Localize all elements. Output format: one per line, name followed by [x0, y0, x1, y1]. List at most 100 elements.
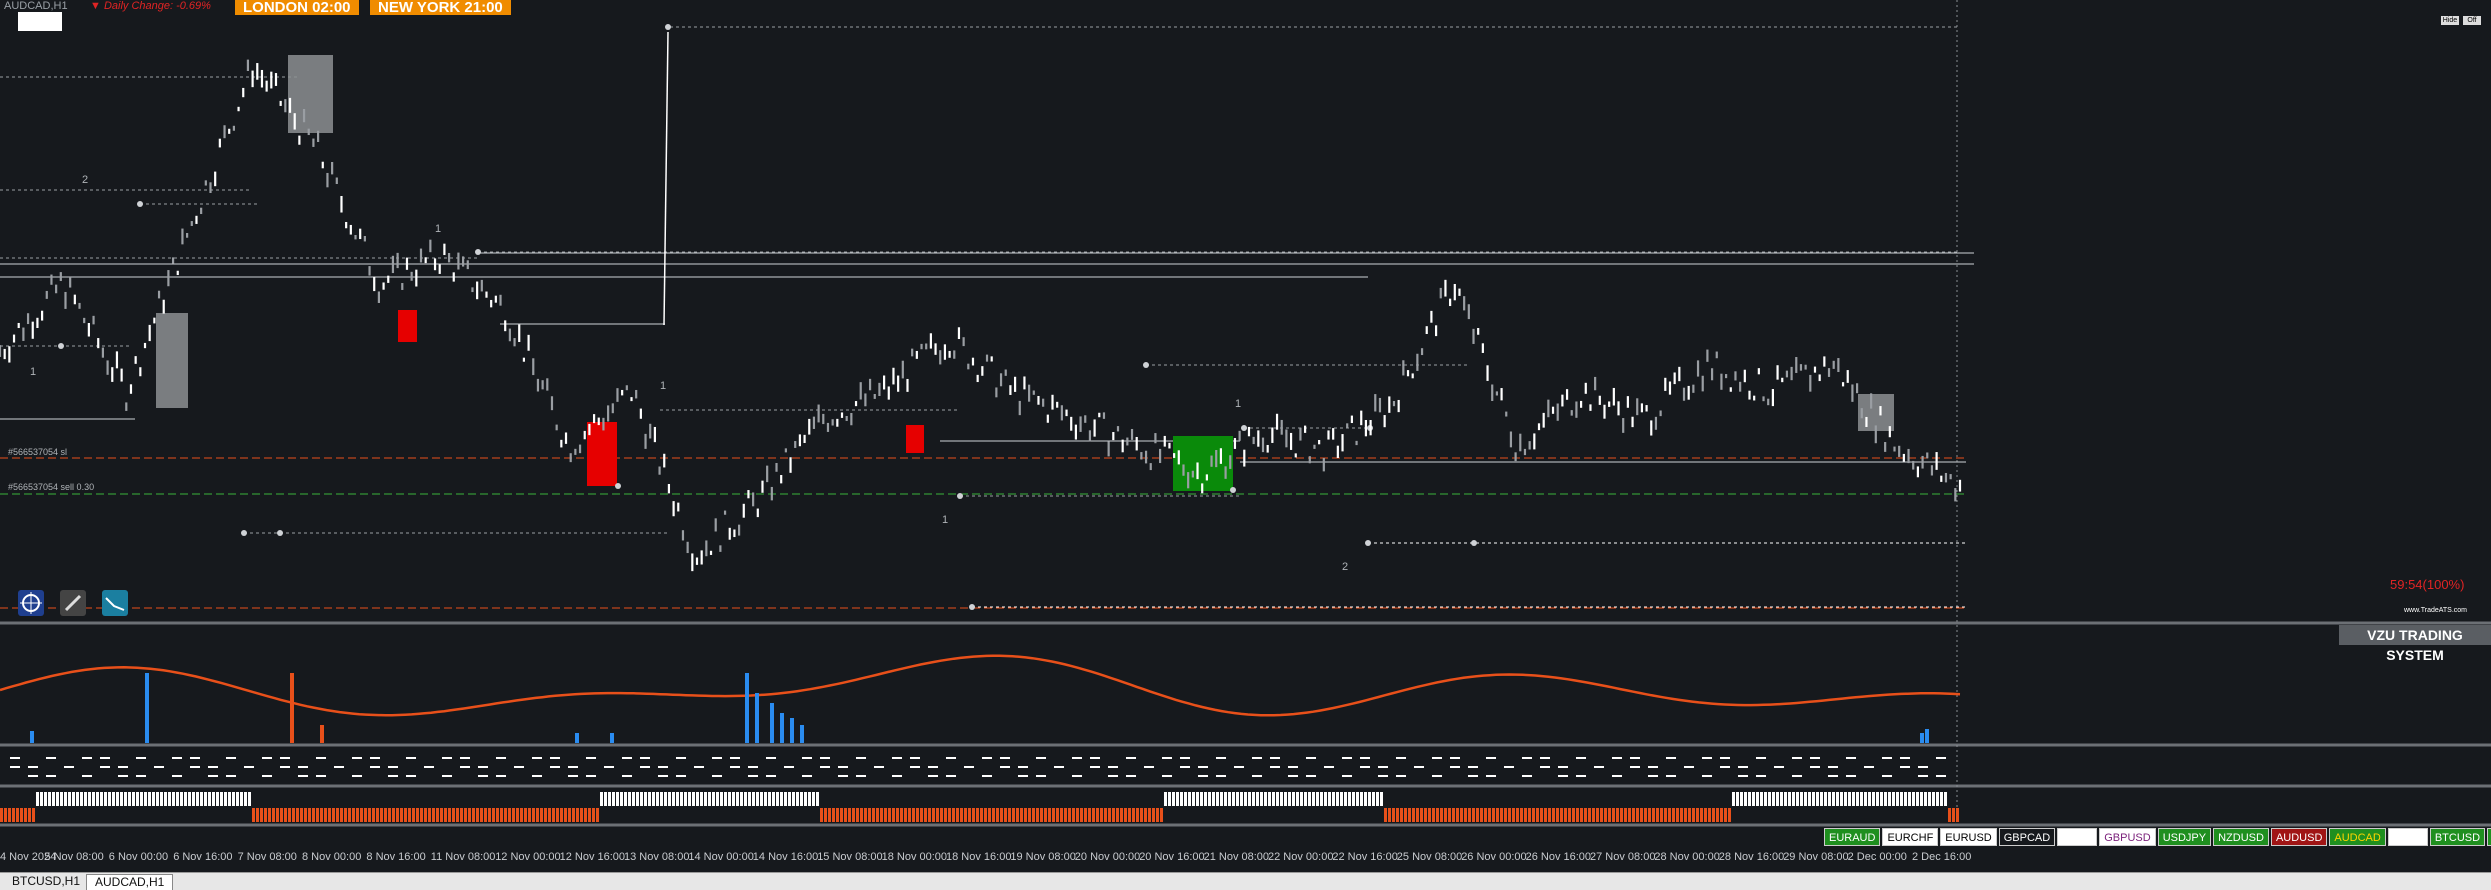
signal-bar [596, 808, 599, 822]
signal-bar [276, 808, 279, 822]
signal-bar [1828, 792, 1831, 806]
signal-bar [1820, 792, 1823, 806]
signal-bar [1528, 808, 1531, 822]
pair-button[interactable]: XAUUSD [2487, 828, 2491, 846]
tab-btcusd[interactable]: BTCUSD,H1 [4, 874, 88, 889]
signal-bar [1684, 808, 1687, 822]
signal-bar [1792, 792, 1795, 806]
strength-dash [766, 775, 776, 777]
signal-bar [148, 792, 151, 806]
signal-bar [1428, 808, 1431, 822]
off-button[interactable]: Off [2463, 16, 2481, 25]
signal-bar [248, 792, 251, 806]
signal-bar [1704, 808, 1707, 822]
signal-bar [884, 808, 887, 822]
wave-label: 1 [660, 380, 667, 392]
signal-bar [432, 808, 435, 822]
signal-bar [1300, 792, 1303, 806]
pair-button[interactable]: EURAUD [1824, 828, 1881, 846]
signal-bar [1136, 808, 1139, 822]
tab-audcad[interactable]: AUDCAD,H1 [86, 874, 174, 890]
signal-bar [732, 792, 735, 806]
signal-bar [1708, 808, 1711, 822]
signal-bar [1620, 808, 1623, 822]
candle-timer: 59:54(100%) [2390, 577, 2465, 592]
signal-bar [480, 808, 483, 822]
signal-bar [912, 808, 915, 822]
chart-tool-icon[interactable] [102, 590, 128, 616]
strength-dash [1468, 775, 1478, 777]
time-tick: 13 Nov 08:00 [624, 851, 690, 863]
signal-bar [1624, 808, 1627, 822]
signal-bar [996, 808, 999, 822]
signal-bar [112, 792, 115, 806]
strength-dash [352, 757, 362, 759]
wave-label: 1 [435, 223, 442, 235]
signal-bar [1048, 808, 1051, 822]
pair-button[interactable]: GBPUSD [2099, 828, 2156, 846]
pair-button[interactable]: BTCUSD [2429, 828, 2486, 846]
signal-bar [1448, 808, 1451, 822]
price-chart[interactable] [0, 0, 2491, 889]
strength-dash [1522, 775, 1532, 777]
pair-button[interactable] [2057, 828, 2098, 846]
crosshair-icon[interactable] [18, 590, 44, 616]
signal-bar [888, 808, 891, 822]
strength-dash [1450, 757, 1460, 759]
time-tick: 22 Nov 16:00 [1332, 851, 1398, 863]
signal-bar [1796, 792, 1799, 806]
signal-bar [1172, 792, 1175, 806]
signal-bar [16, 808, 19, 822]
link-icon[interactable] [60, 590, 86, 616]
pair-button[interactable] [2387, 828, 2428, 846]
signal-bar [708, 792, 711, 806]
signal-bar [1776, 792, 1779, 806]
signal-bar [1836, 792, 1839, 806]
signal-bar [1052, 808, 1055, 822]
strength-dash [604, 766, 614, 768]
pair-button[interactable]: AUDCAD [2329, 828, 2386, 846]
signal-bar [860, 808, 863, 822]
strength-dash [370, 766, 380, 768]
strength-dash [388, 766, 398, 768]
signal-bar [1940, 792, 1943, 806]
strength-dash [1036, 775, 1046, 777]
signal-bar [1936, 792, 1939, 806]
strength-dash [100, 757, 110, 759]
strength-dash [568, 775, 578, 777]
signal-bar [108, 792, 111, 806]
signal-bar [1272, 792, 1275, 806]
signal-bar [1764, 792, 1767, 806]
histogram-bar [290, 673, 294, 743]
pair-button[interactable]: NZDUSD [2213, 828, 2269, 846]
pair-button[interactable]: EURUSD [1940, 828, 1997, 846]
strength-dash [172, 775, 182, 777]
panel-box[interactable] [18, 12, 62, 31]
pair-button[interactable]: USDJPY [2157, 828, 2212, 846]
signal-bar [1248, 792, 1251, 806]
histogram-bar [745, 673, 749, 743]
signal-bar [1240, 792, 1243, 806]
signal-bar [1732, 792, 1735, 806]
signal-bar [1488, 808, 1491, 822]
signal-bar [1260, 792, 1263, 806]
strength-dash [1792, 757, 1802, 759]
pair-button[interactable]: GBPCAD [1998, 828, 2056, 846]
strength-dash [856, 775, 866, 777]
pair-button[interactable]: EURCHF [1882, 828, 1939, 846]
time-tick: 14 Nov 16:00 [752, 851, 819, 863]
signal-bar [556, 808, 559, 822]
signal-bar [720, 792, 723, 806]
signal-bar [664, 792, 667, 806]
pair-button[interactable]: AUDUSD [2270, 828, 2328, 846]
time-tick: 11 Nov 08:00 [430, 851, 496, 863]
strength-dash [1612, 757, 1622, 759]
signal-bar [1200, 792, 1203, 806]
hide-button[interactable]: Hide [2441, 16, 2459, 25]
signal-bar [272, 808, 275, 822]
strength-dash [1306, 757, 1316, 759]
signal-bar [1368, 792, 1371, 806]
strength-dash [1252, 775, 1262, 777]
strength-dash [1900, 766, 1910, 768]
strength-dash [928, 775, 938, 777]
